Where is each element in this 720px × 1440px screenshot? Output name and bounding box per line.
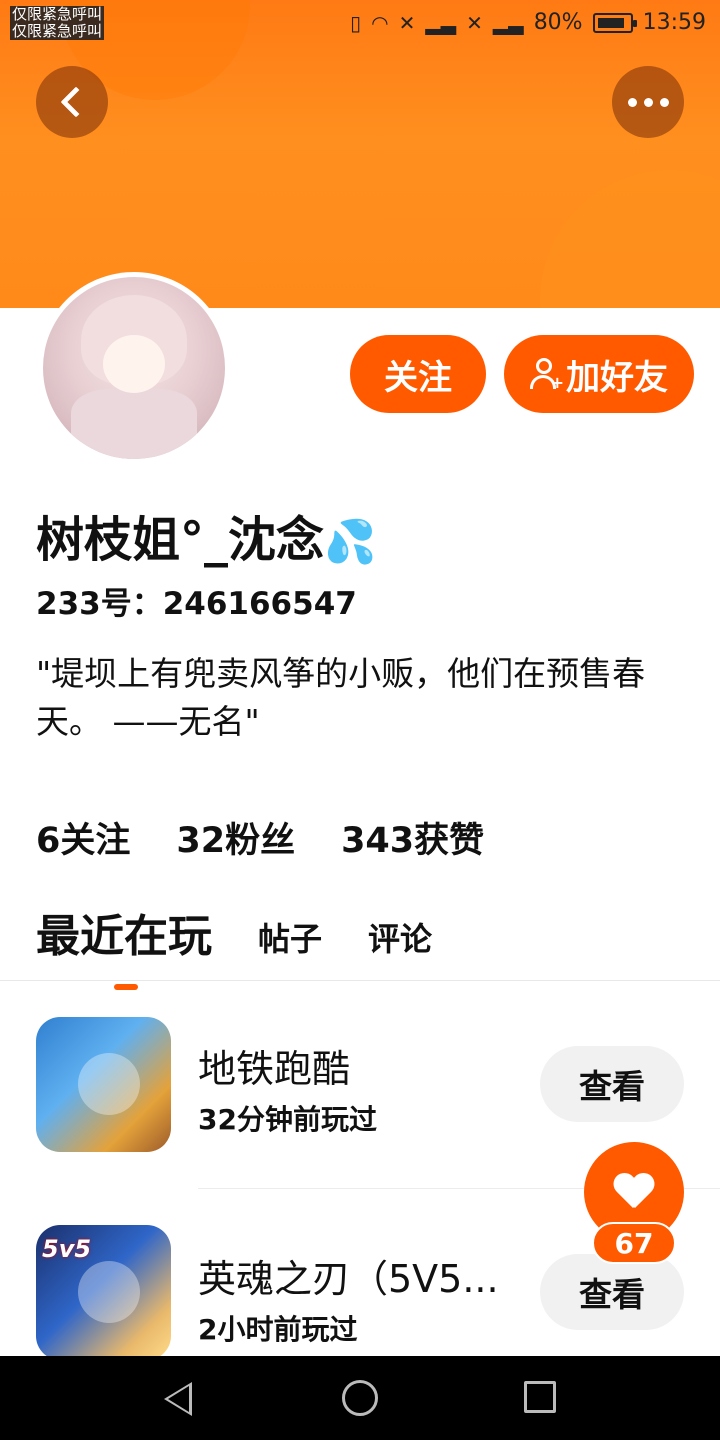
following-count[interactable]: 6关注 <box>36 812 130 863</box>
game-icon <box>36 1017 171 1152</box>
profile-tabs: 最近在玩 帖子 评论 <box>36 900 432 990</box>
carrier-line: 仅限紧急呼叫 <box>12 22 103 40</box>
more-button[interactable] <box>612 66 684 138</box>
heart-icon <box>614 1174 654 1210</box>
profile-name-text: 树枝姐°_沈念 <box>36 512 325 568</box>
battery-percent: 80% <box>533 10 583 35</box>
add-friend-label: 加好友 <box>566 357 668 398</box>
game-last-played: 2小时前玩过 <box>198 1313 358 1346</box>
like-count-badge: 67 <box>592 1222 676 1264</box>
likes-count: 343获赞 <box>341 821 485 861</box>
view-button[interactable]: 查看 <box>540 1046 684 1122</box>
chevron-left-icon <box>60 86 92 118</box>
game-icon: 5v5 <box>36 1225 171 1360</box>
system-nav-bar <box>0 1356 720 1440</box>
clock: 13:59 <box>642 10 706 35</box>
sweat-drops-emoji: 💦 <box>324 517 377 566</box>
tab-comments[interactable]: 评论 <box>368 914 432 964</box>
signal-icon: ▂▃ <box>425 10 457 35</box>
carrier-line: 仅限紧急呼叫 <box>12 5 103 23</box>
status-icons: ▯ ◠ ✕ ▂▃ ✕ ▂▃ 80% 13:59 <box>350 10 706 35</box>
no-call-icon: ✕ <box>398 10 416 35</box>
avatar[interactable] <box>38 272 230 464</box>
battery-icon <box>592 12 637 33</box>
divider <box>0 980 720 981</box>
back-button[interactable] <box>36 66 108 138</box>
tab-posts[interactable]: 帖子 <box>258 914 322 964</box>
profile-bio: "堤坝上有兜卖风筝的小贩，他们在预售春天。 ——无名" <box>36 654 646 741</box>
tab-recent-played[interactable]: 最近在玩 <box>36 900 212 990</box>
view-label: 查看 <box>579 1275 645 1314</box>
add-friend-button[interactable]: + 加好友 <box>504 335 694 413</box>
followers-count[interactable]: 32粉丝 <box>176 812 295 863</box>
nav-home-icon[interactable] <box>342 1380 378 1416</box>
game-last-played: 32分钟前玩过 <box>198 1103 377 1136</box>
vibrate-icon: ▯ <box>350 10 362 35</box>
avatar-image <box>43 277 225 459</box>
game-badge: 5v5 <box>42 1235 92 1263</box>
user-id: 233号：246166547 <box>36 586 357 622</box>
status-bar: 仅限紧急呼叫 仅限紧急呼叫 ▯ ◠ ✕ ▂▃ ✕ ▂▃ 80% 13:59 <box>0 0 720 48</box>
more-dots-icon <box>627 97 669 107</box>
profile-name: 树枝姐°_沈念💦 <box>36 500 376 570</box>
signal-icon: ▂▃ <box>492 10 524 35</box>
follow-button[interactable]: 关注 <box>350 335 486 413</box>
game-title: 地铁跑酷 <box>198 1047 351 1091</box>
add-person-icon: + <box>530 358 564 391</box>
profile-stats: 6关注 32粉丝 343获赞 <box>36 812 484 863</box>
wifi-icon: ◠ <box>371 10 389 35</box>
follow-label: 关注 <box>384 357 452 398</box>
view-label: 查看 <box>579 1067 645 1106</box>
carrier-label: 仅限紧急呼叫 仅限紧急呼叫 <box>10 5 105 40</box>
nav-recents-icon[interactable] <box>524 1381 556 1413</box>
banner-decoration <box>540 170 720 308</box>
view-button[interactable]: 查看 <box>540 1254 684 1330</box>
game-title: 英魂之刃（5V5... <box>198 1257 499 1301</box>
no-call-icon: ✕ <box>466 10 483 35</box>
